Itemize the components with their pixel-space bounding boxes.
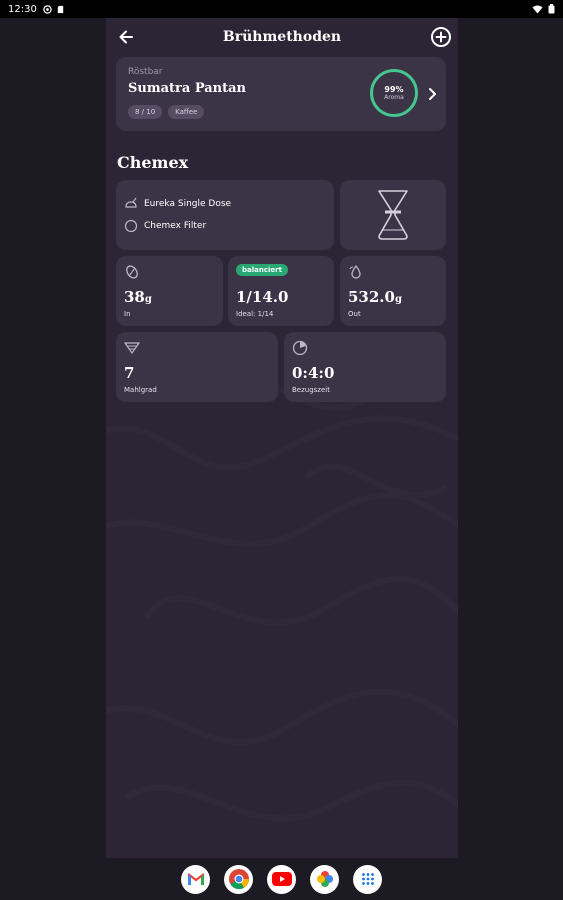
chrome-icon[interactable] (224, 864, 253, 894)
stat-ratio-ideal: Ideal: 1/14 (236, 310, 274, 318)
water-drop-icon (349, 264, 361, 279)
aroma-percent: 99% (384, 85, 404, 94)
bean-name: Sumatra Pantan (128, 81, 247, 96)
battery-icon (548, 4, 555, 14)
top-app-bar: Brühmethoden (106, 18, 458, 56)
stat-grind-value: 7 (124, 364, 135, 382)
chevron-right-icon[interactable] (426, 86, 438, 102)
filter-row[interactable]: Chemex Filter (124, 219, 206, 233)
stat-in-label: In (124, 310, 131, 318)
stat-time-value: 0:4:0 (292, 364, 335, 382)
grind-size-icon (124, 342, 140, 355)
filter-name: Chemex Filter (144, 221, 207, 231)
coffee-bean-icon (126, 265, 138, 279)
method-title: Chemex (117, 153, 189, 172)
add-circle-icon[interactable] (430, 26, 452, 48)
wifi-icon (532, 5, 543, 13)
chemex-icon (378, 190, 408, 240)
stat-in-unit: g (144, 294, 152, 305)
ratio-status-badge: balanciert (236, 264, 288, 276)
bean-card[interactable]: Röstbar Sumatra Pantan 8 / 10 Kaffee 99%… (116, 57, 446, 131)
page-title: Brühmethoden (222, 29, 342, 45)
youtube-icon[interactable] (267, 864, 296, 894)
sd-card-status-icon (57, 5, 64, 13)
stat-in-value: 38 (124, 288, 145, 306)
stat-out-value: 532.0 (348, 288, 395, 306)
equipment-card[interactable]: Eureka Single Dose Chemex Filter (116, 180, 334, 250)
stat-in-card[interactable]: 38g In (116, 256, 223, 326)
background-pattern (106, 365, 458, 822)
bean-tags: 8 / 10 Kaffee (128, 105, 205, 119)
status-bar: 12:30 (0, 0, 563, 18)
stat-ratio-value: 1/14.0 (236, 288, 289, 306)
settings-status-icon (43, 4, 52, 14)
app-window: Brühmethoden Röstbar Sumatra Pantan 8 / … (106, 18, 458, 858)
photos-icon[interactable] (310, 864, 339, 894)
brewer-image-card[interactable] (340, 180, 446, 250)
bean-roastery: Röstbar (128, 67, 163, 77)
grinder-icon (125, 197, 137, 208)
taskbar-dock (0, 858, 563, 900)
gmail-icon[interactable] (181, 864, 210, 894)
aroma-label: Aroma (384, 94, 404, 101)
aroma-ring: 99% Aroma (370, 69, 418, 117)
stat-grind-label: Mahlgrad (124, 386, 157, 394)
timer-icon (292, 340, 308, 356)
bean-tag-type: Kaffee (168, 105, 205, 119)
stat-out-card[interactable]: 532.0g Out (340, 256, 446, 326)
stat-time-card[interactable]: 0:4:0 Bezugszeit (284, 332, 446, 402)
stat-ratio-card[interactable]: balanciert 1/14.0 Ideal: 1/14 (228, 256, 334, 326)
bean-tag-rating: 8 / 10 (128, 105, 163, 119)
stat-time-label: Bezugszeit (292, 386, 330, 394)
grinder-row[interactable]: Eureka Single Dose (124, 197, 231, 211)
stat-out-unit: g (394, 294, 402, 305)
filter-icon (124, 219, 138, 233)
grinder-name: Eureka Single Dose (144, 199, 232, 209)
stat-grind-card[interactable]: 7 Mahlgrad (116, 332, 278, 402)
stat-out-label: Out (348, 310, 361, 318)
app-drawer-icon[interactable] (353, 864, 382, 894)
status-time: 12:30 (8, 3, 37, 15)
